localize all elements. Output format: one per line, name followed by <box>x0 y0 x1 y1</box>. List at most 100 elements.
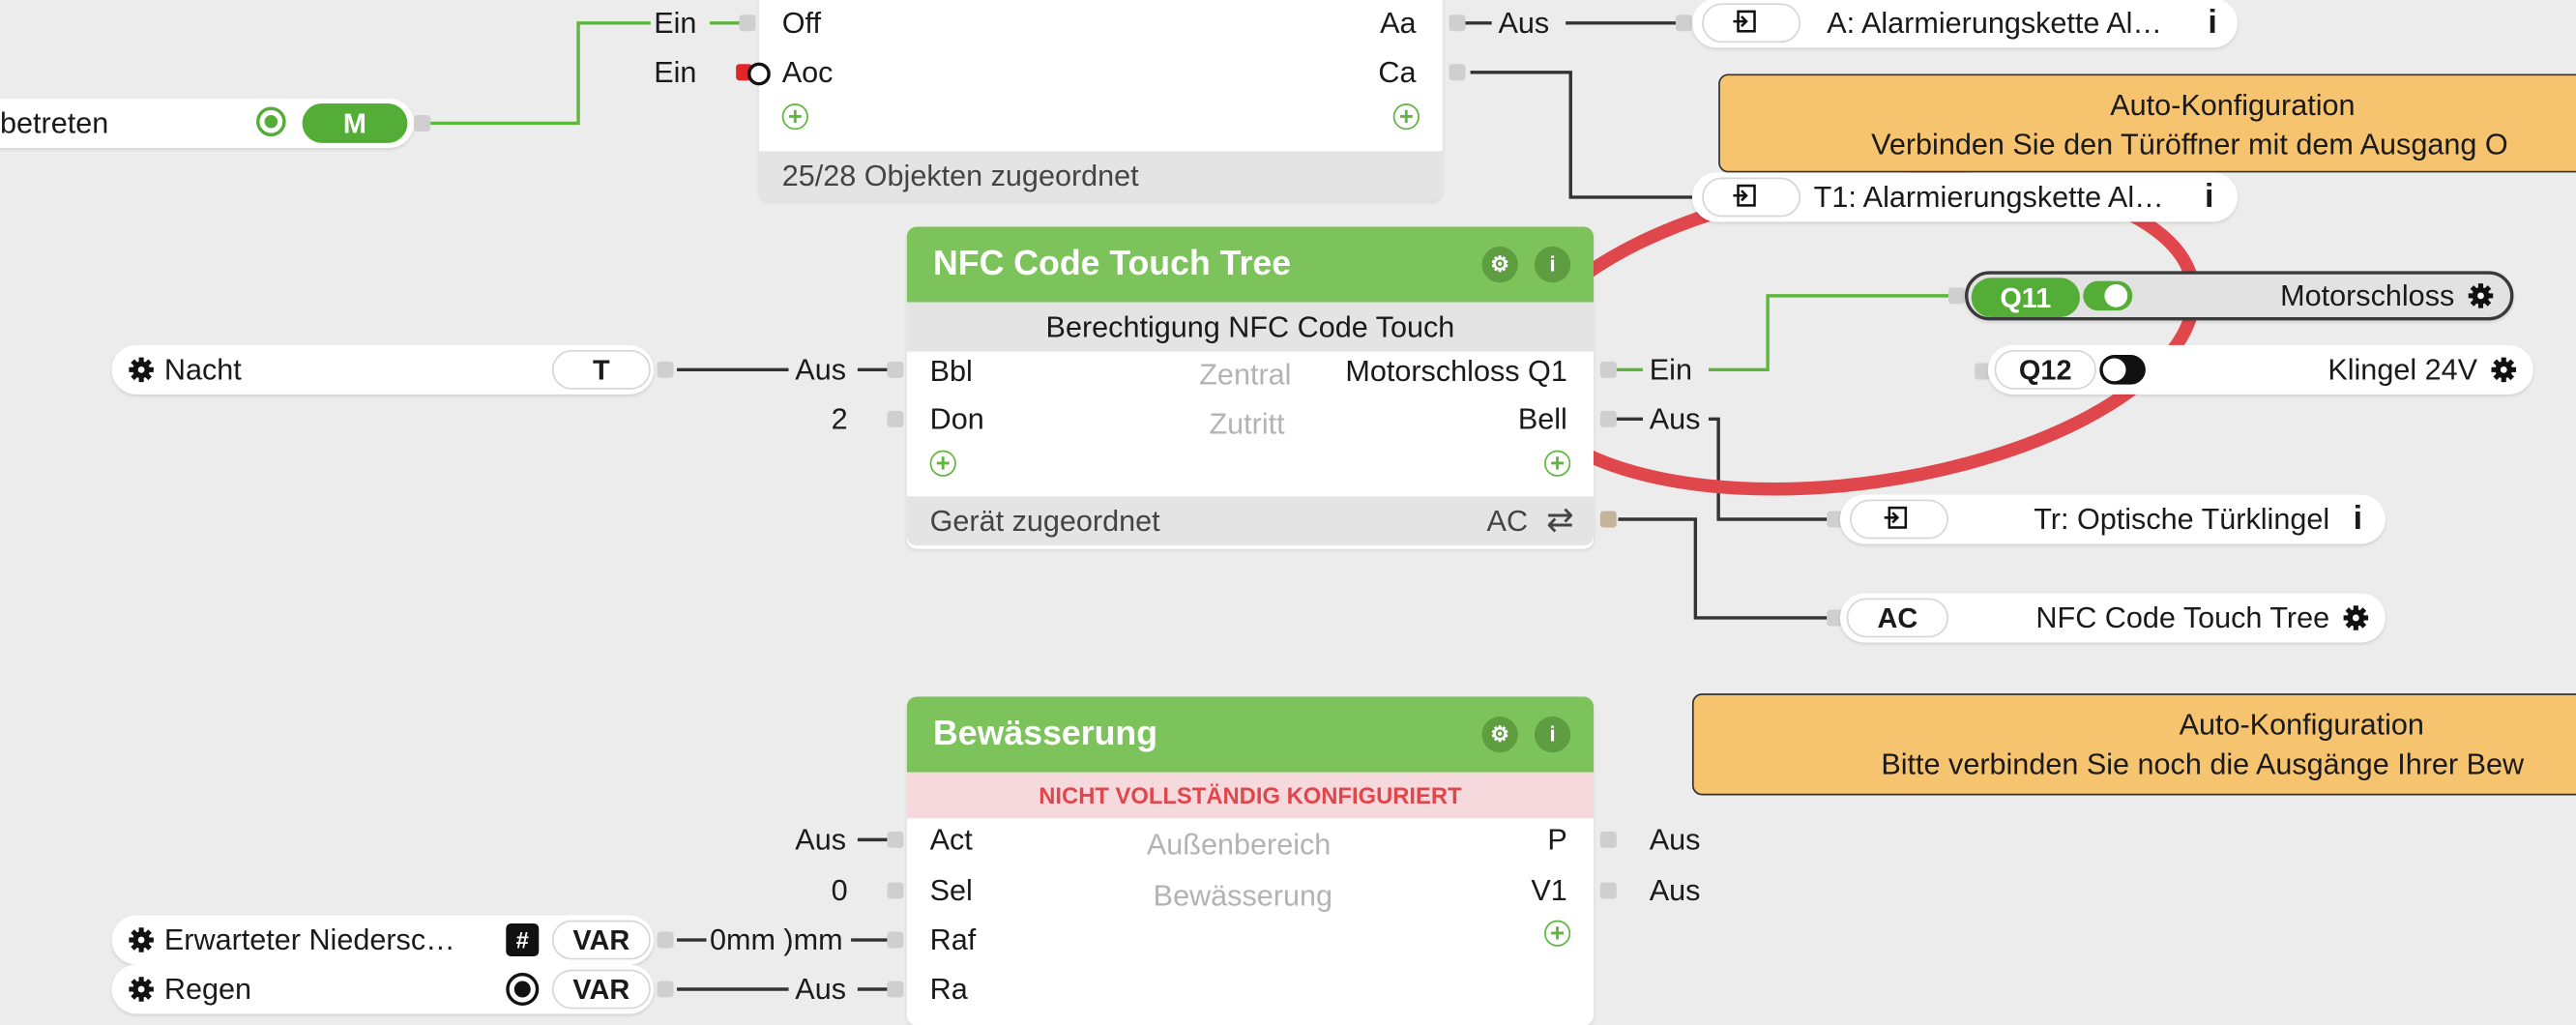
toggle-switch[interactable] <box>2083 280 2133 311</box>
mode-badge[interactable]: T <box>551 349 651 390</box>
input-chip-betreten[interactable]: betreten M <box>0 98 415 148</box>
input-chip-nacht[interactable]: Nacht T <box>111 344 655 395</box>
info-icon[interactable]: i <box>2208 7 2216 40</box>
info-icon[interactable]: i <box>1534 246 1571 283</box>
ac-label: AC <box>1486 504 1529 538</box>
input-pin[interactable] <box>739 15 756 32</box>
input-pin[interactable] <box>887 882 904 899</box>
input-pin[interactable] <box>887 981 904 998</box>
output-pin[interactable] <box>657 981 674 998</box>
add-input-icon[interactable]: + <box>781 103 808 131</box>
input-chip-rain[interactable]: Regen VAR <box>111 964 655 1014</box>
input-chip-expected-precipitation[interactable]: Erwarteter Niedersc… # VAR <box>111 915 655 965</box>
radio-state-icon <box>506 973 540 1007</box>
output-chip-alarm-a[interactable]: A: Alarmierungskette Al… i <box>1691 0 2239 48</box>
input-arrow-icon <box>1733 10 1756 33</box>
mode-badge[interactable]: VAR <box>551 969 651 1010</box>
output-badge[interactable]: AC <box>1846 598 1948 638</box>
output-chip-tr[interactable]: Tr: Optische Türklingel i <box>1839 494 2386 544</box>
chip-label: betreten <box>0 106 109 140</box>
badge-label: Q11 <box>2000 282 2052 314</box>
input-label-act: Act <box>929 823 973 857</box>
ext-label-aus: Aus <box>795 823 847 857</box>
settings-gear-icon[interactable] <box>2491 357 2517 383</box>
output-pin[interactable] <box>1599 410 1617 427</box>
block-title: NFC Code Touch Tree <box>933 245 1292 283</box>
swap-arrows-icon[interactable]: ⇄ <box>1546 496 1573 545</box>
ext-label-aus: Aus <box>795 353 847 387</box>
auto-config-note[interactable]: Auto-Konfiguration Bitte verbinden Sie n… <box>1691 693 2576 796</box>
ext-label-aus: Aus <box>1649 874 1701 908</box>
add-output-icon[interactable]: + <box>1544 450 1571 477</box>
settings-gear-icon[interactable] <box>129 926 155 952</box>
output-label-motorschloss: Motorschloss Q1 <box>1345 355 1567 389</box>
input-pin[interactable] <box>887 831 904 848</box>
input-pin[interactable] <box>1947 287 1965 305</box>
note-title: Auto-Konfiguration <box>2179 708 2424 742</box>
output-pin[interactable] <box>1599 361 1617 378</box>
badge-label: T <box>592 355 610 387</box>
add-output-icon[interactable]: + <box>1392 103 1420 131</box>
chip-label: NFC Code Touch Tree <box>2035 600 2330 634</box>
output-label-bell: Bell <box>1517 402 1567 436</box>
config-canvas[interactable]: Off Aoc Aa Ca + + 25/28 Objekten zugeord… <box>0 0 2576 1025</box>
input-label-off: Off <box>781 6 821 40</box>
output-chip-q11[interactable]: Q11 Motorschloss <box>1964 271 2514 321</box>
output-pin[interactable] <box>657 361 674 378</box>
block-header[interactable]: NFC Code Touch Tree ⚙ i <box>906 226 1595 303</box>
center-label-zutritt: Zutritt <box>1209 407 1285 441</box>
input-pin[interactable] <box>887 361 904 378</box>
settings-gear-icon[interactable] <box>129 976 155 1002</box>
ext-label-ein: Ein <box>1649 353 1692 387</box>
device-pin[interactable] <box>1599 511 1617 528</box>
block-header[interactable]: Bewässerung ⚙ i <box>906 696 1595 773</box>
add-output-icon[interactable]: + <box>1544 920 1571 947</box>
chip-label: Regen <box>163 973 252 1007</box>
output-chip-alarm-t1[interactable]: T1: Alarmierungskette Al… i <box>1691 172 2239 222</box>
output-pin[interactable] <box>657 931 674 949</box>
mode-badge[interactable]: VAR <box>551 920 651 960</box>
info-icon[interactable]: i <box>2354 503 2362 536</box>
output-chip-ac[interactable]: AC NFC Code Touch Tree <box>1839 593 2386 643</box>
ext-value: 0 <box>831 874 848 908</box>
config-warning: NICHT VOLLSTÄNDIG KONFIGURIERT <box>906 772 1595 819</box>
mode-badge[interactable]: M <box>302 103 408 143</box>
output-label-v1: V1 <box>1531 874 1567 908</box>
info-icon[interactable]: i <box>2205 181 2213 214</box>
settings-gear-icon[interactable] <box>2343 604 2369 630</box>
output-pin[interactable] <box>1599 882 1617 899</box>
output-chip-q12[interactable]: Q12 Klingel 24V <box>1987 344 2533 395</box>
output-pin[interactable] <box>1449 64 1466 81</box>
invert-circle-icon <box>747 62 771 86</box>
center-label-zentral: Zentral <box>1199 358 1292 392</box>
block-subtitle: Berechtigung NFC Code Touch <box>906 302 1595 352</box>
chip-label: Tr: Optische Türklingel <box>2034 503 2330 536</box>
settings-gear-icon[interactable] <box>2468 282 2494 308</box>
badge-label: AC <box>1877 602 1918 634</box>
irrigation-block[interactable]: Bewässerung ⚙ i NICHT VOLLSTÄNDIG KONFIG… <box>906 696 1595 1025</box>
input-pin[interactable] <box>887 931 904 949</box>
nfc-code-touch-block[interactable]: NFC Code Touch Tree ⚙ i Berechtigung NFC… <box>906 226 1595 549</box>
settings-gear-icon[interactable] <box>129 357 155 383</box>
auto-config-note[interactable]: Auto-Konfiguration Verbinden Sie den Tür… <box>1718 73 2576 173</box>
add-input-icon[interactable]: + <box>929 450 956 477</box>
note-title: Auto-Konfiguration <box>2110 88 2356 122</box>
input-pin[interactable] <box>887 410 904 427</box>
output-badge[interactable]: Q11 <box>1971 278 2080 317</box>
info-icon[interactable]: i <box>1534 716 1571 753</box>
ext-label-ein: Ein <box>654 55 697 89</box>
settings-gear-icon[interactable]: ⚙ <box>1481 716 1518 753</box>
input-pin[interactable] <box>1675 15 1692 32</box>
top-logic-block[interactable]: Off Aoc Aa Ca + + 25/28 Objekten zugeord… <box>758 0 1443 201</box>
toggle-switch[interactable] <box>2099 355 2146 385</box>
output-pin[interactable] <box>1449 15 1466 32</box>
output-pin[interactable] <box>414 114 431 132</box>
ext-label-aus: Aus <box>795 973 847 1007</box>
chip-label: Nacht <box>163 353 242 387</box>
output-badge[interactable]: Q12 <box>1994 349 2096 390</box>
settings-gear-icon[interactable]: ⚙ <box>1481 246 1518 283</box>
ext-label-aus: Aus <box>1498 6 1550 40</box>
input-label-raf: Raf <box>929 923 977 957</box>
warning-text: NICHT VOLLSTÄNDIG KONFIGURIERT <box>1039 781 1462 809</box>
output-pin[interactable] <box>1599 831 1617 848</box>
